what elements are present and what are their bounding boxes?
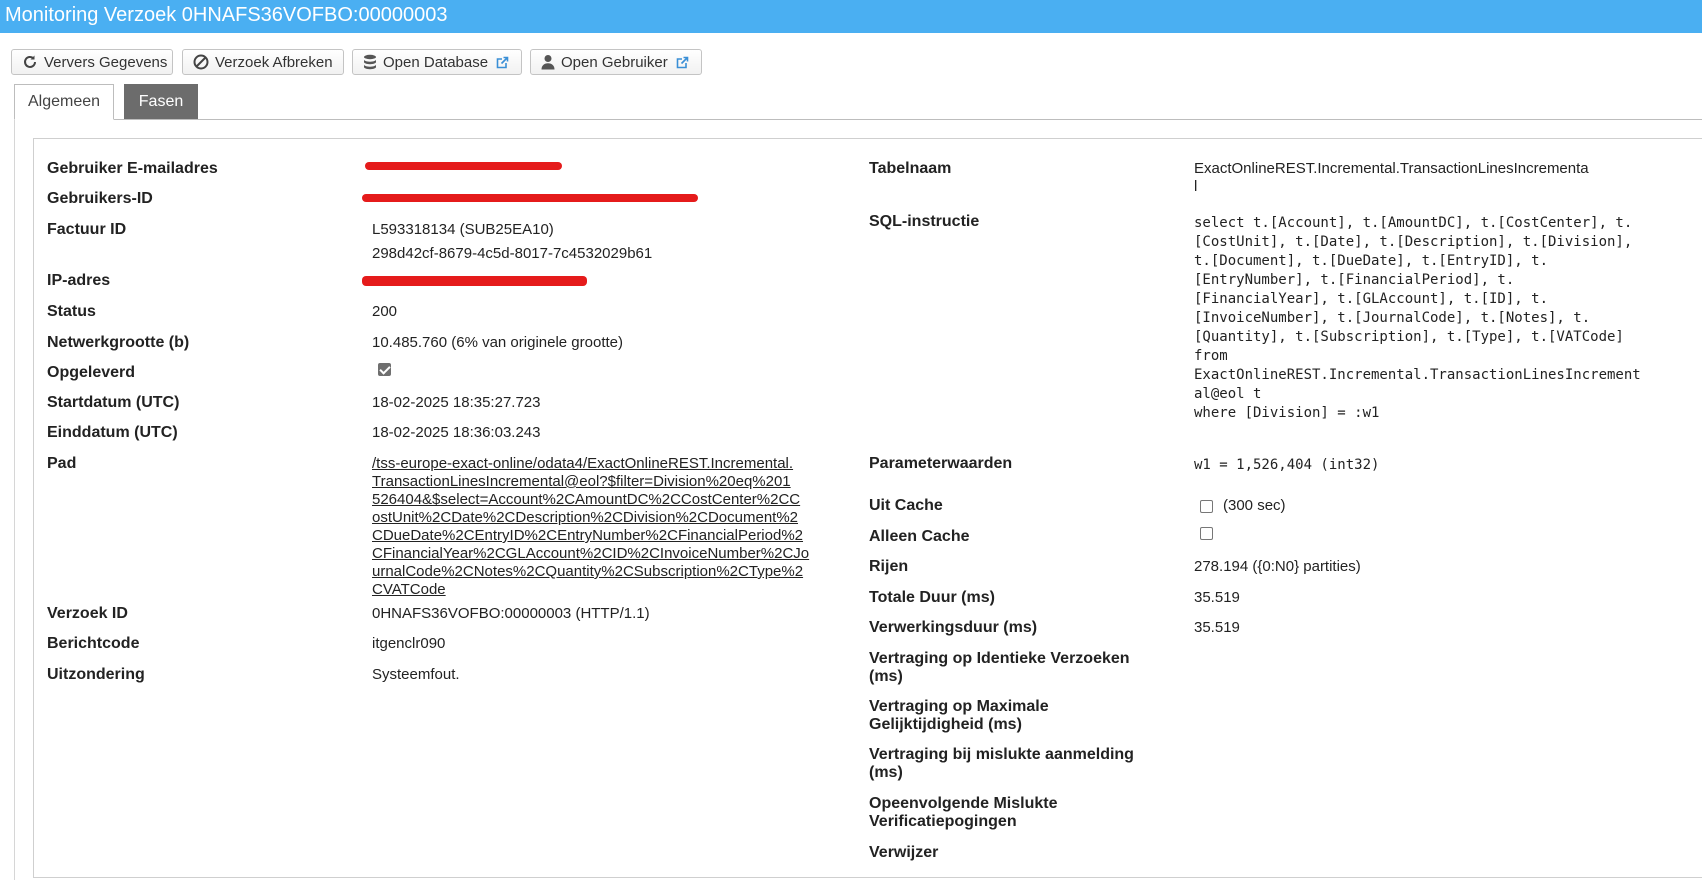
referrer-label: Verwijzer: [869, 844, 939, 861]
sql-line: where [Division] = :w1: [1194, 405, 1380, 421]
delay-identical-label: Vertraging op Identieke Verzoeken: [869, 650, 1130, 667]
param-values-label: Parameterwaarden: [869, 455, 1013, 472]
external-link-icon: [496, 56, 509, 68]
from-cache-label: Uit Cache: [869, 497, 943, 514]
tab-phases-label: Fasen: [138, 92, 184, 110]
table-name-value-1: ExactOnlineREST.Incremental.TransactionL…: [1194, 160, 1589, 177]
user-id-redaction: [362, 194, 698, 202]
sql-line: [CostUnit], t.[Date], t.[Description], t…: [1194, 234, 1633, 250]
only-cache-checkbox[interactable]: [1200, 527, 1213, 540]
ip-redaction: [362, 276, 587, 286]
delay-concurrency-label-2: Gelijktijdigheid (ms): [869, 716, 1022, 733]
rows-value: 278.194 ({0:N0} partities): [1194, 558, 1361, 575]
user-icon: [541, 55, 555, 70]
path-line: TransactionLinesIncremental@eol?$filter=…: [372, 473, 791, 490]
consecutive-failed-label-2: Verificatiepogingen: [869, 813, 1017, 830]
param-values-value: w1 = 1,526,404 (int32): [1194, 457, 1380, 473]
external-link-icon: [676, 56, 689, 68]
abort-request-button[interactable]: Verzoek Afbreken: [182, 49, 344, 75]
from-cache-checkbox[interactable]: [1200, 500, 1213, 513]
sql-line: [FinancialYear], t.[GLAccount], t.[ID], …: [1194, 291, 1549, 307]
processing-duration-label: Verwerkingsduur (ms): [869, 619, 1038, 636]
email-label: Gebruiker E-mailadres: [47, 160, 218, 177]
delay-identical-label-2: (ms): [869, 668, 903, 685]
window-title: Monitoring Verzoek 0HNAFS36VOFBO:0000000…: [5, 4, 448, 26]
total-duration-label: Totale Duur (ms): [869, 589, 995, 606]
sql-line: select t.[Account], t.[AmountDC], t.[Cos…: [1194, 215, 1633, 231]
exception-label: Uitzondering: [47, 666, 145, 683]
open-user-button[interactable]: Open Gebruiker: [530, 49, 702, 75]
path-line: /tss-europe-exact-online/odata4/ExactOnl…: [372, 455, 794, 472]
sql-line: [Quantity], t.[Subscription], t.[Type], …: [1194, 329, 1624, 345]
path-line: urnalCode%2CNotes%2CQuantity%2CSubscript…: [372, 563, 804, 580]
delay-failed-login-label: Vertraging bij mislukte aanmelding: [869, 746, 1134, 763]
tab-bar: Algemeen Fasen: [14, 84, 1702, 120]
tab-general-label: Algemeen: [27, 93, 101, 110]
status-value: 200: [372, 303, 398, 320]
path-line: 526404&$select=Account%2CAmountDC%2CCost…: [372, 491, 801, 508]
end-date-value: 18-02-2025 18:36:03.243: [372, 424, 541, 441]
email-redaction: [365, 162, 562, 170]
ban-icon: [193, 54, 209, 70]
rows-label: Rijen: [869, 558, 909, 575]
database-icon: [364, 54, 376, 70]
path-line: CFinancialYear%2CGLAccount%2CID%2CInvoic…: [372, 545, 810, 562]
invoice-value-1: L593318134 (SUB25EA10): [372, 221, 554, 238]
tab-phases[interactable]: Fasen: [124, 84, 198, 119]
end-date-label: Einddatum (UTC): [47, 424, 178, 441]
sql-line: ExactOnlineREST.Incremental.TransactionL…: [1194, 367, 1641, 383]
abort-request-label: Verzoek Afbreken: [215, 53, 333, 71]
delay-failed-login-label-2: (ms): [869, 764, 903, 781]
sql-line: from: [1194, 348, 1228, 364]
status-label: Status: [47, 303, 96, 320]
path-line: CDueDate%2CEntryID%2CEntryNumber%2CFinan…: [372, 527, 804, 544]
from-cache-note: (300 sec): [1223, 497, 1286, 514]
network-size-value: 10.485.760 (6% van originele grootte): [372, 334, 624, 351]
sql-line: [EntryNumber], t.[FinancialPeriod], t.: [1194, 272, 1515, 288]
title-bar: Monitoring Verzoek 0HNAFS36VOFBO:0000000…: [0, 0, 1702, 33]
open-database-label: Open Database: [383, 53, 489, 71]
ip-label: IP-adres: [47, 272, 111, 289]
path-line: CVATCode: [372, 581, 446, 598]
sql-line: [InvoiceNumber], t.[JournalCode], t.[Not…: [1194, 310, 1591, 326]
sql-label: SQL-instructie: [869, 213, 980, 230]
open-database-button[interactable]: Open Database: [352, 49, 522, 75]
start-date-label: Startdatum (UTC): [47, 394, 180, 411]
tab-general[interactable]: Algemeen: [14, 84, 114, 120]
request-id-label: Verzoek ID: [47, 605, 128, 622]
only-cache-label: Alleen Cache: [869, 528, 970, 545]
open-user-label: Open Gebruiker: [561, 53, 668, 71]
table-name-label: Tabelnaam: [869, 160, 952, 177]
invoice-label: Factuur ID: [47, 221, 127, 238]
path-label: Pad: [47, 455, 77, 472]
message-code-label: Berichtcode: [47, 635, 140, 652]
invoice-value-2: 298d42cf-8679-4c5d-8017-7c4532029b61: [372, 245, 653, 262]
start-date-value: 18-02-2025 18:35:27.723: [372, 394, 541, 411]
total-duration-value: 35.519: [1194, 589, 1240, 606]
delay-concurrency-label: Vertraging op Maximale: [869, 698, 1049, 715]
network-size-label: Netwerkgrootte (b): [47, 334, 190, 351]
sql-line: t.[Document], t.[DueDate], t.[EntryID], …: [1194, 253, 1549, 269]
request-id-value: 0HNAFS36VOFBO:00000003 (HTTP/1.1): [372, 605, 650, 622]
message-code-value: itgenclr090: [372, 635, 446, 652]
delivered-checkbox[interactable]: [378, 363, 391, 376]
table-name-value-2: l: [1194, 178, 1198, 195]
refresh-label: Ververs Gegevens: [44, 53, 168, 71]
processing-duration-value: 35.519: [1194, 619, 1240, 636]
refresh-icon: [24, 55, 36, 68]
exception-value: Systeemfout.: [372, 666, 460, 683]
consecutive-failed-label: Opeenvolgende Mislukte: [869, 795, 1058, 812]
sql-line: al@eol t: [1194, 386, 1262, 402]
delivered-label: Opgeleverd: [47, 364, 136, 381]
path-line: ostUnit%2CDate%2CDescription%2CDivision%…: [372, 509, 799, 526]
user-id-label: Gebruikers-ID: [47, 190, 153, 207]
refresh-button[interactable]: Ververs Gegevens: [11, 49, 173, 75]
